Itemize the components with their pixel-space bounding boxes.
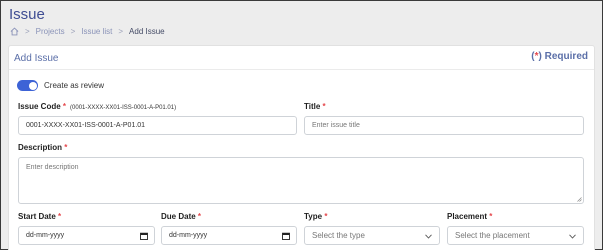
- start-date-label: Start Date *: [18, 212, 62, 221]
- breadcrumb-separator: >: [25, 27, 30, 36]
- type-select[interactable]: Select the type: [304, 226, 440, 245]
- breadcrumb-add-issue: Add Issue: [129, 27, 165, 36]
- home-icon[interactable]: [10, 27, 19, 36]
- issue-code-label: Issue Code * (0001-XXXX-XX01-ISS-0001-A-P…: [18, 102, 177, 111]
- calendar-icon[interactable]: [282, 232, 290, 240]
- due-date-input[interactable]: dd-mm-yyyy: [161, 226, 297, 245]
- add-issue-card: Add Issue (*) Required Create as review …: [8, 45, 595, 250]
- description-label: Description *: [18, 143, 68, 152]
- breadcrumb-issue-list[interactable]: Issue list: [81, 27, 112, 36]
- title-input[interactable]: Enter issue title: [304, 116, 584, 135]
- chevron-down-icon: [569, 234, 576, 239]
- start-date-input[interactable]: dd-mm-yyyy: [18, 226, 155, 245]
- title-label: Title *: [304, 102, 326, 111]
- breadcrumb-separator: >: [70, 27, 76, 36]
- breadcrumb-separator: >: [118, 27, 124, 36]
- due-date-label: Due Date *: [161, 212, 202, 221]
- placement-label: Placement *: [447, 212, 493, 221]
- breadcrumb: > Projects > Issue list > Add Issue: [10, 27, 165, 36]
- chevron-down-icon: [425, 234, 432, 239]
- page-title: Issue: [9, 6, 45, 23]
- issue-code-hint: (0001-XXXX-XX01-ISS-0001-A-P01.01): [70, 105, 177, 111]
- issue-code-input[interactable]: 0001-XXXX-XX01-ISS-0001-A-P01.01: [18, 116, 297, 135]
- review-toggle-label: Create as review: [44, 81, 105, 90]
- description-textarea[interactable]: Enter description: [18, 157, 584, 204]
- required-note: (*) Required: [531, 51, 588, 62]
- breadcrumb-projects[interactable]: Projects: [36, 27, 65, 36]
- card-header: Add Issue (*) Required: [9, 46, 594, 70]
- review-toggle-row: Create as review: [17, 80, 104, 91]
- card-title: Add Issue: [14, 53, 59, 64]
- type-label: Type *: [304, 212, 328, 221]
- resize-grip-icon[interactable]: [577, 197, 582, 202]
- review-toggle[interactable]: [17, 80, 38, 91]
- calendar-icon[interactable]: [140, 232, 148, 240]
- placement-select[interactable]: Select the placement: [447, 226, 584, 245]
